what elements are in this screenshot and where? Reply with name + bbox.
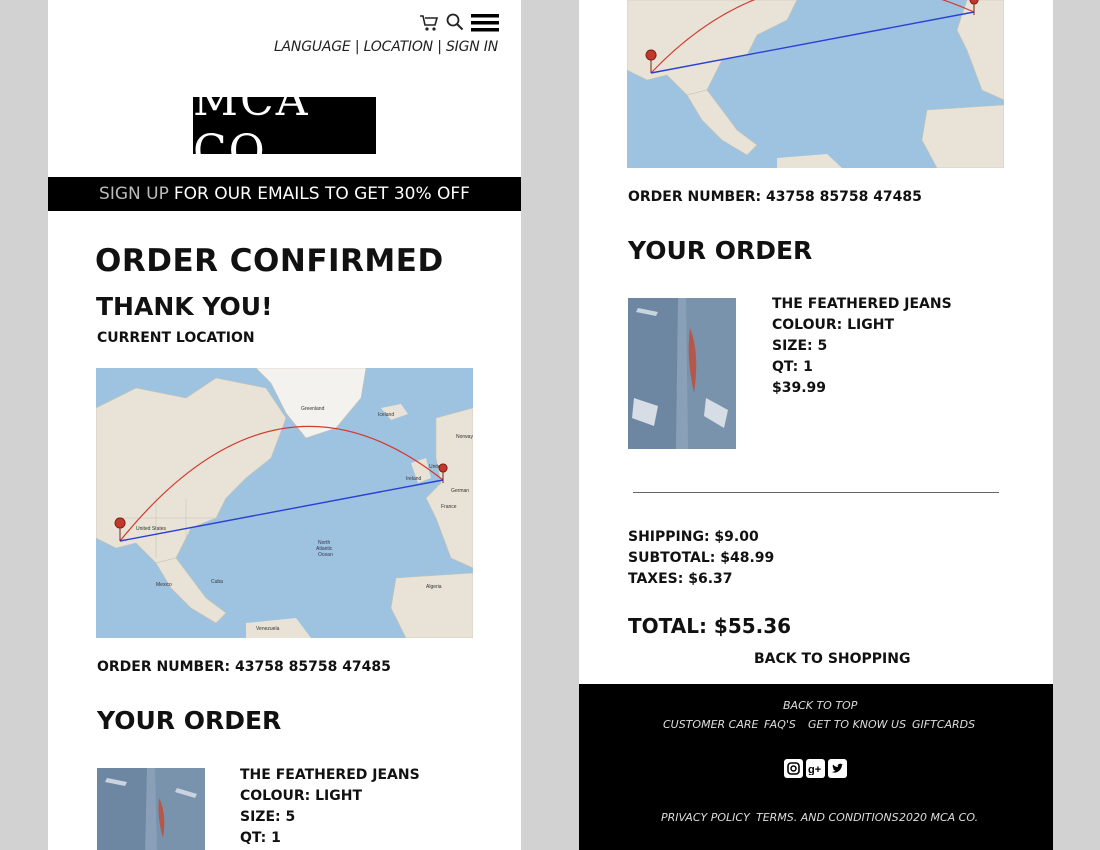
map-label-venezuela: Venezuela: [256, 626, 280, 632]
footer-link-customer-care[interactable]: CUSTOMER CARE: [663, 718, 758, 731]
product-image[interactable]: [97, 768, 205, 850]
product-qty: QT: 1: [240, 830, 281, 846]
banner-text: FOR OUR EMAILS TO GET 30% OFF: [173, 184, 470, 204]
mobile-page-bottom: ORDER NUMBER: 43758 85758 47485 YOUR ORD…: [579, 0, 1053, 850]
map-label-norway: Norway: [456, 434, 473, 440]
map-label-iceland: Iceland: [378, 412, 394, 418]
twitter-icon[interactable]: [828, 759, 847, 778]
footer-link-giftcards[interactable]: GIFTCARDS: [912, 718, 975, 731]
order-summary: SHIPPING: $9.00 SUBTOTAL: $48.99 TAXES: …: [628, 527, 774, 590]
svg-text:g+: g+: [808, 764, 821, 775]
map-label-united-states: United States: [136, 526, 167, 532]
shipping-cost: SHIPPING: $9.00: [628, 529, 759, 545]
footer-link-faqs[interactable]: FAQ'S: [764, 718, 796, 731]
order-number-label: ORDER NUMBER:: [97, 659, 231, 675]
mobile-page-top: LANGUAGE | LOCATION | SIGN IN MCA CO. SI…: [48, 0, 521, 850]
order-number-label: ORDER NUMBER:: [628, 189, 762, 205]
cart-icon[interactable]: [419, 14, 439, 36]
route-map: Greenland Iceland Norway United Ireland …: [96, 368, 473, 638]
social-links: g+: [784, 759, 847, 778]
divider: [633, 492, 999, 493]
nav-separator: |: [354, 39, 360, 55]
nav-signin-link[interactable]: SIGN IN: [446, 39, 498, 55]
svg-text:Ocean: Ocean: [318, 552, 333, 558]
map-label-greenland: Greenland: [301, 406, 325, 412]
product-size: SIZE: 5: [772, 338, 828, 354]
product-details: THE FEATHERED JEANS COLOUR: LIGHT SIZE: …: [240, 765, 420, 849]
map-label-algeria: Algeria: [426, 584, 442, 590]
top-nav: LANGUAGE | LOCATION | SIGN IN: [274, 39, 498, 55]
product-colour: COLOUR: LIGHT: [240, 788, 363, 804]
back-to-shopping-link[interactable]: BACK TO SHOPPING: [754, 651, 910, 667]
product-name[interactable]: THE FEATHERED JEANS: [240, 765, 420, 786]
back-to-top-link[interactable]: BACK TO TOP: [783, 699, 857, 712]
product-price: $39.99: [772, 380, 827, 396]
map-label-france: France: [441, 504, 457, 510]
nav-language-link[interactable]: LANGUAGE: [274, 39, 351, 55]
hamburger-menu-icon[interactable]: [471, 14, 499, 36]
signup-link[interactable]: SIGN UP: [99, 184, 169, 204]
product-qty: QT: 1: [772, 359, 813, 375]
product-details: THE FEATHERED JEANS COLOUR: LIGHT SIZE: …: [772, 294, 952, 399]
product-image[interactable]: [628, 298, 736, 449]
nav-separator: |: [437, 39, 442, 55]
subtotal: SUBTOTAL: $48.99: [628, 550, 775, 566]
product-colour: COLOUR: LIGHT: [772, 317, 895, 333]
map-label-ireland: Ireland: [406, 476, 422, 482]
map-label-cuba: Cuba: [211, 579, 223, 585]
terms-link[interactable]: TERMS. AND CONDITIONS: [756, 811, 899, 824]
order-number: ORDER NUMBER: 43758 85758 47485: [97, 659, 391, 675]
order-number: ORDER NUMBER: 43758 85758 47485: [628, 189, 922, 205]
footer: BACK TO TOP CUSTOMER CARE FAQ'S GET TO K…: [579, 684, 1053, 850]
current-location-label: CURRENT LOCATION: [97, 330, 255, 346]
page-title: ORDER CONFIRMED: [95, 243, 444, 279]
route-map-continued: [627, 0, 1004, 168]
your-order-heading: YOUR ORDER: [628, 236, 813, 265]
search-icon[interactable]: [446, 13, 464, 35]
footer-link-get-to-know-us[interactable]: GET TO KNOW US: [808, 718, 906, 731]
your-order-heading: YOUR ORDER: [97, 706, 282, 735]
instagram-icon[interactable]: [784, 759, 803, 778]
product-name[interactable]: THE FEATHERED JEANS: [772, 294, 952, 315]
privacy-policy-link[interactable]: PRIVACY POLICY: [661, 811, 750, 824]
google-plus-icon[interactable]: g+: [806, 759, 825, 778]
copyright: 2020 MCA CO.: [899, 811, 979, 824]
order-number-value: 43758 85758 47485: [235, 659, 391, 675]
thank-you-heading: THANK YOU!: [96, 292, 273, 321]
email-signup-banner: SIGN UP FOR OUR EMAILS TO GET 30% OFF: [48, 177, 521, 211]
map-label-german: German: [451, 488, 469, 494]
product-size: SIZE: 5: [240, 809, 296, 825]
order-number-value: 43758 85758 47485: [766, 189, 922, 205]
logo[interactable]: MCA CO.: [193, 75, 376, 177]
nav-location-link[interactable]: LOCATION: [364, 39, 433, 55]
taxes: TAXES: $6.37: [628, 571, 733, 587]
map-label-mexico: Mexico: [156, 582, 172, 588]
order-total: TOTAL: $55.36: [628, 614, 792, 638]
